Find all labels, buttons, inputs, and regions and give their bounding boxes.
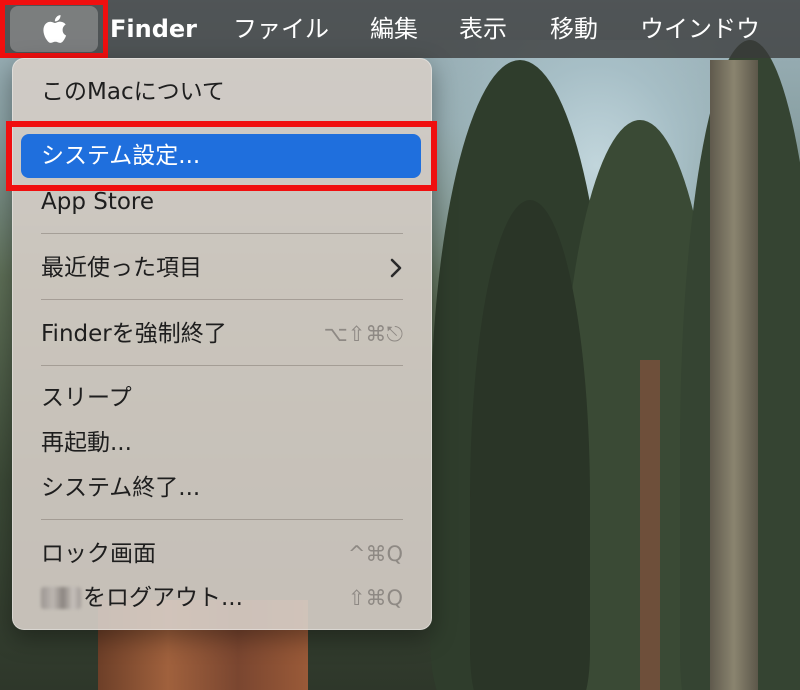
menubar-app-name[interactable]: Finder [110,0,197,58]
menu-item-restart[interactable]: 再起動... [41,426,132,460]
menubar-item-edit[interactable]: 編集 [370,0,418,58]
blurred-username [41,587,81,609]
menu-separator [41,233,403,234]
menubar-item-window[interactable]: ウインドウ [640,0,760,58]
shortcut-logout: ⇧⌘Q [347,586,403,610]
menubar-item-view[interactable]: 表示 [459,0,507,58]
apple-icon [43,15,67,43]
shortcut-lock-screen: ^⌘Q [347,542,403,566]
menu-item-system-settings-label: システム設定... [41,143,201,169]
chevron-right-icon [390,258,402,278]
menu-item-recent-items[interactable]: 最近使った項目 [41,251,202,285]
menu-separator [41,365,403,366]
apple-menu-dropdown: このMacについて システム設定... App Store 最近使った項目 Fi… [12,58,432,630]
menu-item-shutdown[interactable]: システム終了... [41,471,200,505]
menubar-item-file[interactable]: ファイル [233,0,329,58]
menu-item-system-settings[interactable]: システム設定... [21,134,421,178]
menu-item-logout[interactable]: をログアウト... [83,581,243,615]
menu-separator [41,299,403,300]
apple-menu-button[interactable] [10,6,98,52]
menu-item-force-quit[interactable]: Finderを強制終了 [41,317,227,351]
shortcut-force-quit: ⌥⇧⌘⎋ [323,322,403,346]
menu-item-lock-screen[interactable]: ロック画面 [41,537,156,571]
menu-bar: Finder ファイル 編集 表示 移動 ウインドウ [0,0,800,58]
menu-item-app-store[interactable]: App Store [41,185,154,219]
menu-separator [41,519,403,520]
menu-item-sleep[interactable]: スリープ [41,381,132,415]
menubar-item-go[interactable]: 移動 [550,0,598,58]
menu-item-about-this-mac[interactable]: このMacについて [41,75,225,109]
